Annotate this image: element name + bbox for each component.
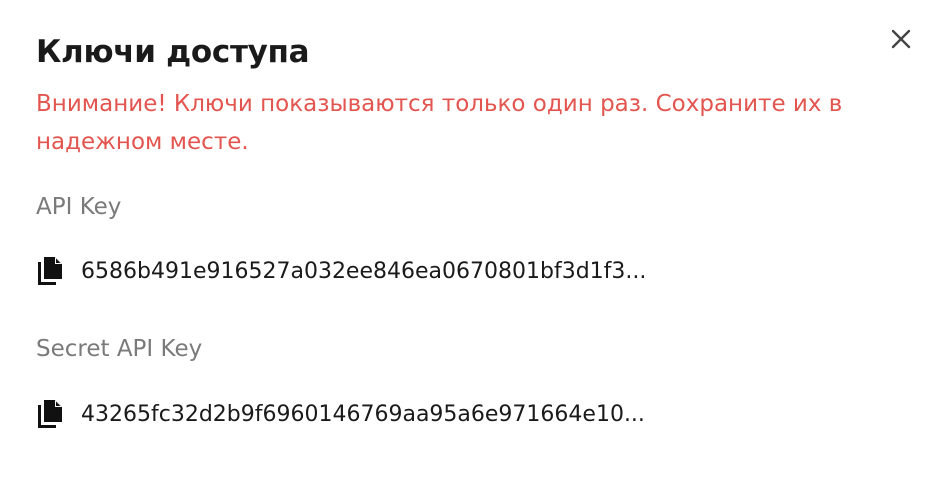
close-button[interactable] <box>886 24 916 54</box>
secret-api-key-row: 43265fc32d2b9f6960146769aa95a6e971664e10… <box>36 396 645 432</box>
api-key-value[interactable]: 6586b491e916527a032ee846ea0670801bf3d1f3… <box>81 259 646 284</box>
secret-api-key-value[interactable]: 43265fc32d2b9f6960146769aa95a6e971664e10… <box>81 402 645 427</box>
access-keys-dialog: Ключи доступа Внимание! Ключи показывают… <box>0 0 940 485</box>
close-icon <box>891 29 911 49</box>
secret-api-key-label: Secret API Key <box>36 336 203 362</box>
copy-icon[interactable] <box>36 398 64 430</box>
dialog-title: Ключи доступа <box>36 34 310 70</box>
warning-message: Внимание! Ключи показываются только один… <box>36 91 843 155</box>
api-key-row: 6586b491e916527a032ee846ea0670801bf3d1f3… <box>36 253 646 289</box>
copy-icon[interactable] <box>36 255 64 287</box>
api-key-label: API Key <box>36 194 122 220</box>
